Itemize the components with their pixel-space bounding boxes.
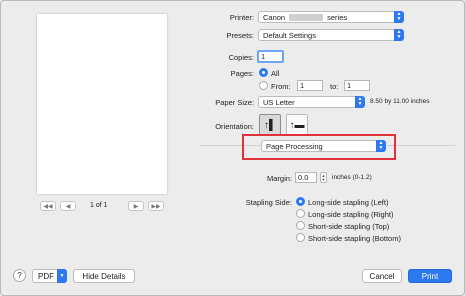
presets-value: Default Settings xyxy=(263,30,316,40)
printer-label: Printer: xyxy=(229,13,254,22)
margin-label: Margin: xyxy=(266,174,292,183)
pdf-label: PDF xyxy=(38,271,54,281)
stapling-side-label: Stapling Side: xyxy=(245,198,292,207)
page-preview xyxy=(37,14,167,194)
pages-to-field[interactable]: 1 xyxy=(344,80,370,91)
presets-label: Presets: xyxy=(226,31,254,40)
pdf-menu-button[interactable]: PDF ▼ xyxy=(32,269,67,283)
pages-range-radio[interactable] xyxy=(259,81,268,90)
section-popup-value: Page Processing xyxy=(266,141,323,151)
margin-unit: inches (0-1.2) xyxy=(332,174,372,181)
pages-label: Pages: xyxy=(230,69,254,78)
paper-size-label: Paper Size: xyxy=(215,98,254,107)
page-indicator: 1 of 1 xyxy=(90,202,108,209)
print-button[interactable]: Print xyxy=(408,269,452,283)
paper-size-popup[interactable]: US Letter ▲ ▼ xyxy=(258,96,365,108)
redacted-model xyxy=(289,13,324,21)
stapling-option-label: Long-side stapling (Left) xyxy=(308,198,389,207)
help-button[interactable]: ? xyxy=(13,269,26,282)
stapling-option-label: Short-side stapling (Bottom) xyxy=(308,234,401,243)
stapling-option-label: Short-side stapling (Top) xyxy=(308,222,390,231)
pages-from-field[interactable]: 1 xyxy=(297,80,323,91)
first-page-button[interactable]: ◀◀ xyxy=(40,201,56,211)
landscape-icon: ↑▬ xyxy=(289,119,305,131)
copies-label: Copies: xyxy=(228,53,254,62)
paper-dimensions: 8.50 by 11.00 inches xyxy=(370,98,430,105)
chevron-updown-icon: ▲ ▼ xyxy=(394,11,404,23)
presets-popup[interactable]: Default Settings ▲ ▼ xyxy=(258,29,404,41)
chevron-updown-icon: ▲ ▼ xyxy=(394,29,404,41)
margin-stepper[interactable]: ▲ ▼ xyxy=(320,172,327,183)
margin-field[interactable]: 0.0 xyxy=(295,172,317,183)
last-page-button[interactable]: ▶▶ xyxy=(148,201,164,211)
stapling-long-right-radio[interactable] xyxy=(296,209,305,218)
previous-page-button[interactable]: ◀ xyxy=(60,201,76,211)
chevron-updown-icon: ▲ ▼ xyxy=(376,140,386,152)
landscape-orientation-button[interactable]: ↑▬ xyxy=(286,114,308,136)
pages-to-label: to: xyxy=(330,82,339,91)
stapling-long-left-radio[interactable] xyxy=(296,197,305,206)
stapling-short-bottom-radio[interactable] xyxy=(296,233,305,242)
orientation-label: Orientation: xyxy=(215,122,254,131)
printer-name-suffix: series xyxy=(327,12,348,22)
pages-all-radio[interactable] xyxy=(259,68,268,77)
printer-popup[interactable]: Canon series ▲ ▼ xyxy=(258,11,404,23)
stapling-short-top-radio[interactable] xyxy=(296,221,305,230)
pages-from-label: From: xyxy=(271,82,291,91)
stapling-option-label: Long-side stapling (Right) xyxy=(308,210,394,219)
cancel-button[interactable]: Cancel xyxy=(362,269,402,283)
printer-name-prefix: Canon xyxy=(263,12,286,22)
copies-field[interactable]: 1 xyxy=(257,50,284,63)
next-page-button[interactable]: ▶ xyxy=(128,201,144,211)
paper-size-value: US Letter xyxy=(263,97,295,107)
section-popup[interactable]: Page Processing ▲ ▼ xyxy=(261,140,386,152)
portrait-icon: ↑▌ xyxy=(263,119,277,131)
chevron-updown-icon: ▲ ▼ xyxy=(355,96,365,108)
hide-details-button[interactable]: Hide Details xyxy=(73,269,135,283)
chevron-down-icon: ▼ xyxy=(57,269,67,283)
portrait-orientation-button[interactable]: ↑▌ xyxy=(259,114,281,136)
question-icon: ? xyxy=(17,271,22,280)
pages-all-label: All xyxy=(271,69,280,78)
